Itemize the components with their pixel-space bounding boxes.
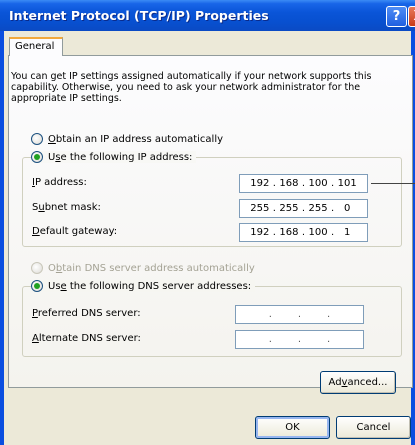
use-following-dns-radio[interactable]: Use the following DNS server addresses: bbox=[31, 280, 256, 292]
subnet-mask-label: Subnet mask: bbox=[32, 202, 101, 213]
radio-selected-icon bbox=[31, 280, 43, 292]
ip-address-field[interactable]: 192. 168. 100. 101 bbox=[239, 174, 368, 193]
help-button[interactable]: ? bbox=[386, 6, 407, 27]
preferred-dns-label: Preferred DNS server: bbox=[32, 308, 141, 319]
subnet-mask-field[interactable]: 255. 255. 255. 0 bbox=[239, 199, 368, 218]
obtain-dns-auto-radio[interactable]: Obtain DNS server address automatically bbox=[31, 262, 255, 274]
obtain-dns-auto-label: Obtain DNS server address automatically bbox=[48, 262, 255, 274]
alternate-dns-field[interactable]: . . . bbox=[235, 330, 364, 349]
dialog-window: Internet Protocol (TCP/IP) Properties ? … bbox=[0, 0, 415, 445]
advanced-button[interactable]: Advanced... bbox=[320, 371, 396, 394]
radio-icon bbox=[31, 262, 43, 274]
close-button[interactable]: X bbox=[408, 6, 415, 27]
use-following-dns-label: Use the following DNS server addresses: bbox=[48, 280, 252, 292]
obtain-ip-auto-radio[interactable]: Obtain an IP address automatically bbox=[31, 133, 223, 145]
preferred-dns-field[interactable]: . . . bbox=[235, 305, 364, 324]
help-icon: ? bbox=[392, 9, 401, 24]
dialog-client-area: General You can get IP settings assigned… bbox=[4, 31, 413, 445]
use-following-ip-label: Use the following IP address: bbox=[48, 151, 193, 163]
alternate-dns-label: Alternate DNS server: bbox=[32, 333, 141, 344]
use-following-ip-radio[interactable]: Use the following IP address: bbox=[31, 151, 197, 163]
intro-text: You can get IP settings assigned automat… bbox=[11, 71, 372, 104]
cancel-button[interactable]: Cancel bbox=[336, 416, 411, 439]
window-title: Internet Protocol (TCP/IP) Properties bbox=[9, 8, 269, 23]
callout-line bbox=[371, 183, 415, 184]
ok-button[interactable]: OK bbox=[255, 416, 330, 439]
ip-address-label: IP address: bbox=[32, 177, 87, 188]
default-gateway-label: Default gateway: bbox=[32, 226, 118, 237]
tab-general[interactable]: General bbox=[9, 37, 63, 56]
advanced-button-label: Advanced... bbox=[328, 377, 388, 388]
obtain-ip-auto-label: Obtain an IP address automatically bbox=[48, 133, 224, 145]
radio-selected-icon bbox=[31, 151, 43, 163]
title-bar[interactable]: Internet Protocol (TCP/IP) Properties ? … bbox=[0, 0, 415, 31]
radio-icon bbox=[31, 133, 43, 145]
default-gateway-field[interactable]: 192. 168. 100. 1 bbox=[239, 223, 368, 242]
